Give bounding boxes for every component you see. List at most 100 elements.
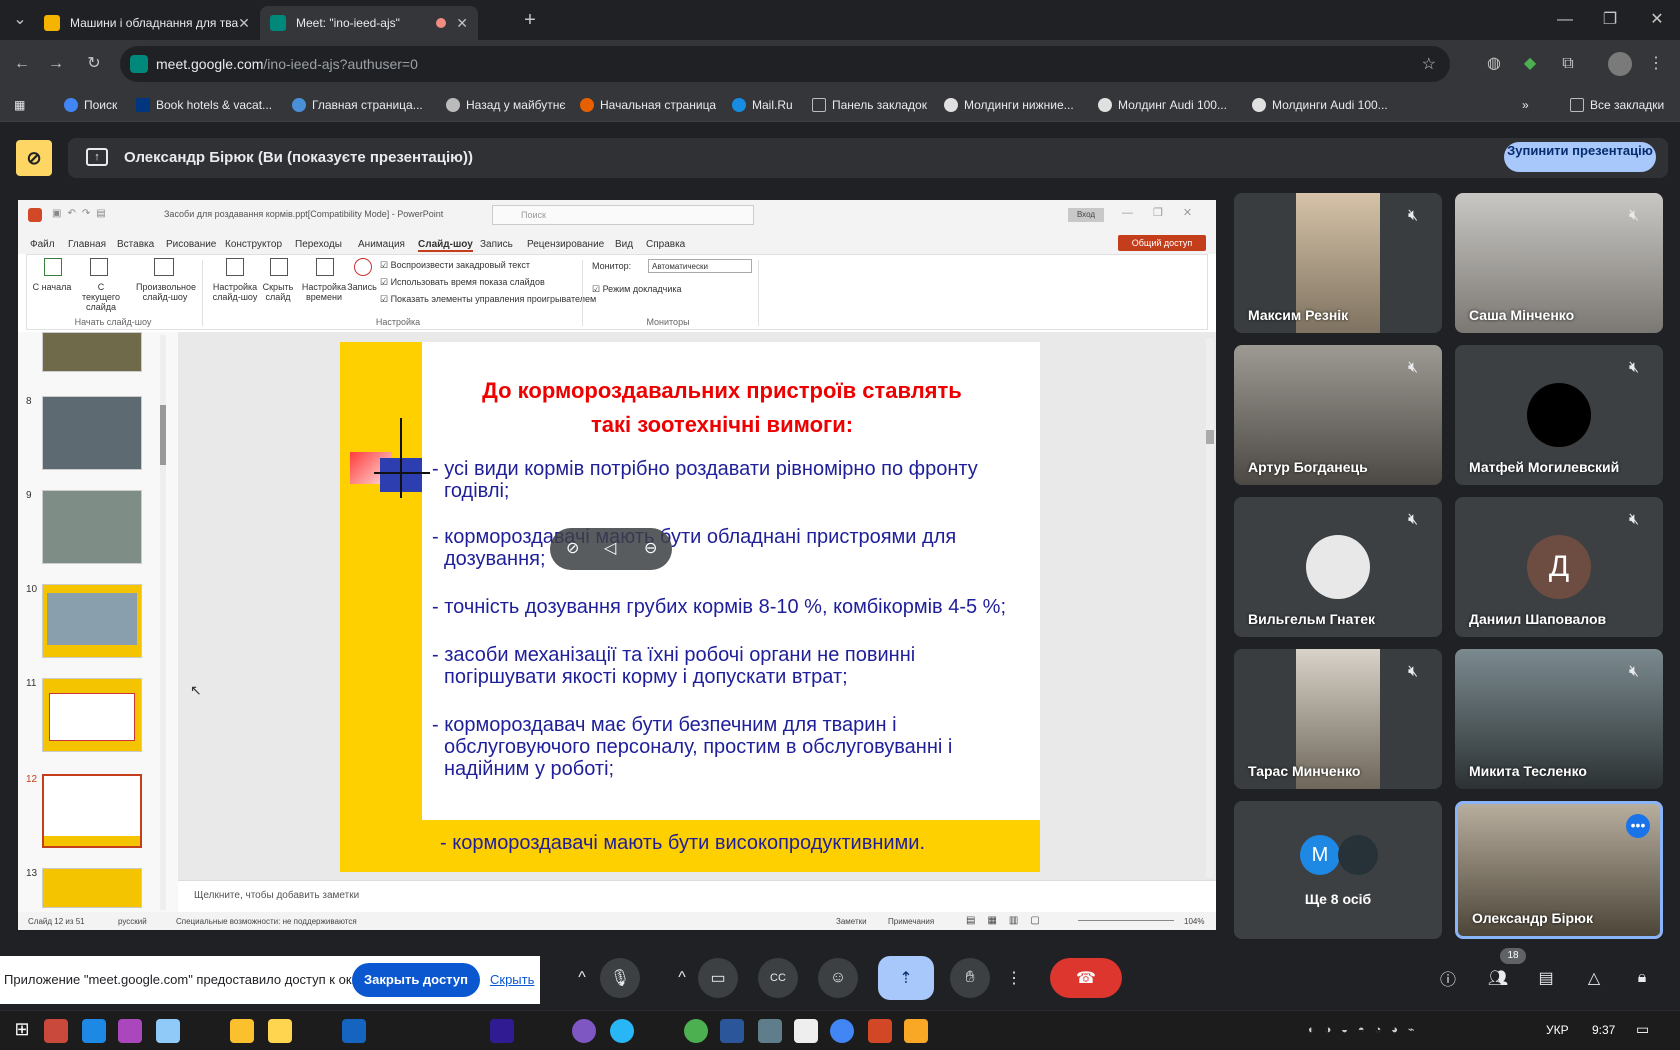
participant-tile[interactable]: 🔇︎ Матфей Могилевский xyxy=(1455,345,1663,485)
hide-slide-icon[interactable] xyxy=(270,258,288,276)
extensions-puzzle-icon[interactable]: ⧉ xyxy=(1556,52,1580,76)
tray-icons[interactable]: ◐◑◒◓◔◕⌁ xyxy=(1308,1023,1425,1036)
from-current-icon[interactable] xyxy=(90,258,108,276)
taskbar-app-icon[interactable] xyxy=(156,1019,180,1043)
bookmark-item[interactable]: Назад у майбутнє xyxy=(446,88,566,122)
notes-toggle[interactable]: Заметки xyxy=(836,917,867,926)
file-explorer-icon[interactable] xyxy=(904,1019,928,1043)
taskbar-app-icon[interactable] xyxy=(118,1019,142,1043)
slide-thumbnail[interactable] xyxy=(42,868,142,908)
thumbnails-scrollbar[interactable] xyxy=(160,335,166,910)
bookmark-star-icon[interactable]: ☆ xyxy=(1422,54,1436,74)
raise-hand-icon[interactable]: ✋︎ xyxy=(950,958,990,998)
bookmark-item[interactable]: Молдинги нижние... xyxy=(944,88,1074,122)
translate-icon[interactable]: ◍ xyxy=(1482,52,1506,76)
setup-show-icon[interactable] xyxy=(226,258,244,276)
participant-tile[interactable]: 🔇︎ Артур Богданець xyxy=(1234,345,1442,485)
extension-icon[interactable]: ◆ xyxy=(1518,52,1542,76)
taskbar-app-icon[interactable] xyxy=(44,1019,68,1043)
slide-thumbnail[interactable] xyxy=(42,332,142,372)
hide-slide-label[interactable]: Скрыть слайд xyxy=(260,282,296,302)
quick-access-icons[interactable]: ▣↶↷▤ xyxy=(52,208,112,219)
ppt-window-controls[interactable]: —❐✕ xyxy=(1122,206,1212,219)
participant-tile[interactable]: 🔇︎ Саша Мінченко xyxy=(1455,193,1663,333)
mic-icon[interactable]: 🎙︎ xyxy=(600,958,640,998)
setup-show-label[interactable]: Настройка слайд-шоу xyxy=(212,282,258,302)
ppt-search-input[interactable]: Поиск xyxy=(492,205,754,225)
windows-start-icon[interactable]: ⊞ xyxy=(10,1019,34,1043)
tab-search-icon[interactable]: ⌄ xyxy=(8,8,32,32)
taskbar-app-icon[interactable] xyxy=(610,1019,634,1043)
profile-avatar[interactable] xyxy=(1608,52,1632,76)
chat-icon[interactable]: ▤ xyxy=(1530,962,1562,994)
taskbar-app-icon[interactable] xyxy=(490,1019,514,1043)
menu-help[interactable]: Справка xyxy=(646,239,685,250)
menu-slideshow[interactable]: Слайд-шоу xyxy=(418,239,473,252)
minimize-icon[interactable]: — xyxy=(1553,8,1577,32)
bookmark-item[interactable]: Начальная страница xyxy=(580,88,716,122)
menu-home[interactable]: Главная xyxy=(68,239,106,250)
more-icon[interactable]: ⋮ xyxy=(1004,958,1024,998)
hide-link[interactable]: Скрыть xyxy=(490,972,534,987)
tab-machines[interactable]: Машини і обладнання для тва ✕ xyxy=(34,6,256,40)
slide-thumbnail[interactable] xyxy=(42,678,142,752)
word-icon[interactable] xyxy=(720,1019,744,1043)
leave-call-icon[interactable]: ☎︎ xyxy=(1050,958,1122,998)
language-indicator[interactable]: УКР xyxy=(1546,1023,1569,1037)
video-options-icon[interactable]: ^ xyxy=(662,958,702,998)
slide-scrollbar[interactable] xyxy=(1206,338,1214,878)
more-participants-tile[interactable]: M Ще 8 осіб xyxy=(1234,801,1442,939)
close-icon[interactable]: ✕ xyxy=(238,15,250,32)
presenter-mode-check[interactable]: ☑ Режим докладчика xyxy=(592,284,682,295)
taskbar-app-icon[interactable] xyxy=(82,1019,106,1043)
reload-icon[interactable]: ↻ xyxy=(82,52,106,76)
self-view-tile[interactable]: ••• Олександр Бірюк xyxy=(1455,801,1663,939)
emoji-icon[interactable]: ☺ xyxy=(818,958,858,998)
menu-review[interactable]: Рецензирование xyxy=(527,239,604,250)
monitor-select[interactable]: Автоматически xyxy=(648,259,752,273)
notifications-icon[interactable]: ▭ xyxy=(1636,1021,1649,1038)
record-label[interactable]: Запись xyxy=(344,282,380,292)
participant-tile[interactable]: Д 🔇︎ Даниил Шаповалов xyxy=(1455,497,1663,637)
zoom-level[interactable]: 104% xyxy=(1184,917,1204,926)
stop-sharing-icon[interactable]: ⊘ xyxy=(16,140,52,176)
notes-field[interactable]: Щелкните, чтобы добавить заметки xyxy=(178,880,1216,910)
info-icon[interactable]: ⓘ xyxy=(1432,962,1464,994)
menu-draw[interactable]: Рисование xyxy=(166,239,216,250)
taskbar-app-icon[interactable] xyxy=(684,1019,708,1043)
menu-animation[interactable]: Анимация xyxy=(358,239,405,250)
comments-toggle[interactable]: Примечания xyxy=(888,917,934,926)
chrome-icon[interactable] xyxy=(830,1019,854,1043)
taskbar-app-icon[interactable] xyxy=(794,1019,818,1043)
bookmark-item[interactable]: Главная страница... xyxy=(292,88,423,122)
timing-label[interactable]: Настройка времени xyxy=(300,282,348,302)
stop-presenting-button[interactable]: Зупинити презентацію xyxy=(1504,142,1656,172)
accessibility-status[interactable]: Специальные возможности: не поддерживают… xyxy=(176,917,357,926)
activities-icon[interactable]: △ xyxy=(1578,962,1610,994)
taskbar-app-icon[interactable] xyxy=(342,1019,366,1043)
from-start-label[interactable]: С начала xyxy=(32,282,72,292)
participant-tile[interactable]: 🔇︎ Тарас Минченко xyxy=(1234,649,1442,789)
from-start-icon[interactable] xyxy=(44,258,62,276)
bookmark-item[interactable]: Book hotels & vacat... xyxy=(136,88,272,122)
slide-thumbnail[interactable] xyxy=(42,584,142,658)
close-access-button[interactable]: Закрыть доступ xyxy=(352,963,480,997)
slide-thumbnail[interactable] xyxy=(42,490,142,564)
chevron-right-icon[interactable]: » xyxy=(1522,88,1529,122)
bookmark-folder[interactable]: Панель закладок xyxy=(812,88,927,122)
host-controls-icon[interactable]: 🔒︎ xyxy=(1626,962,1658,994)
menu-file[interactable]: Файл xyxy=(30,239,55,250)
restore-icon[interactable]: ❐ xyxy=(1598,8,1622,32)
record-icon[interactable] xyxy=(354,258,372,276)
forward-icon[interactable]: → xyxy=(44,52,68,76)
menu-view[interactable]: Вид xyxy=(615,239,633,250)
people-icon[interactable]: 👥︎ xyxy=(1482,962,1514,994)
all-bookmarks[interactable]: Все закладки xyxy=(1570,88,1664,122)
check-narration[interactable]: ☑ Воспроизвести закадровый текст xyxy=(380,260,530,271)
apps-icon[interactable]: ▦ xyxy=(14,88,25,122)
address-bar[interactable]: meet.google.com/ino-ieed-ajs?authuser=0 … xyxy=(120,46,1450,82)
timing-icon[interactable] xyxy=(316,258,334,276)
mic-off-icon[interactable]: ⊘ xyxy=(566,538,579,558)
zoom-slider[interactable] xyxy=(1078,920,1174,921)
audio-options-icon[interactable]: ^ xyxy=(562,958,602,998)
